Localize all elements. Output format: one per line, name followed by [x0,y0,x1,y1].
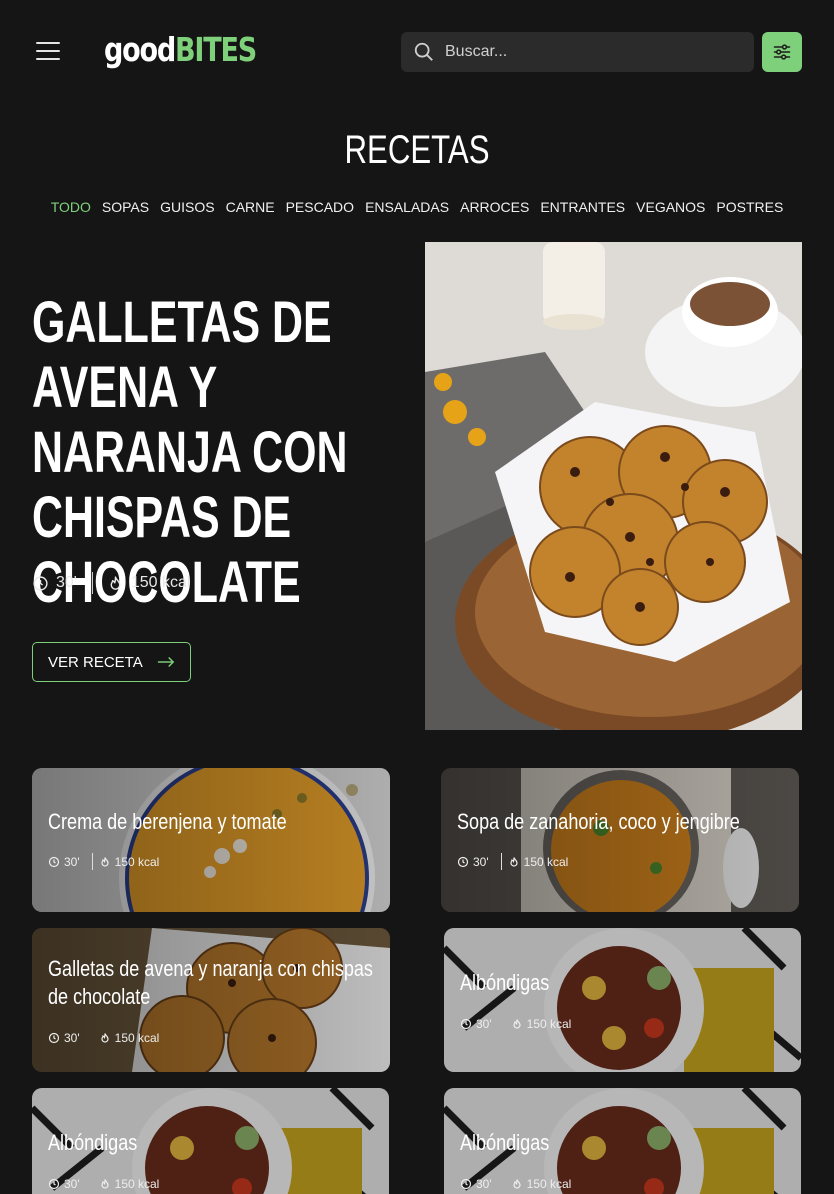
category-carne[interactable]: CARNE [226,199,275,215]
recipe-card[interactable]: Galletas de avena y naranja con chispas … [32,928,390,1072]
card-title: Albóndigas [460,970,550,995]
view-recipe-button[interactable]: VER RECETA [32,642,191,682]
recipe-card[interactable]: Albóndigas 30' 150 kcal [444,1088,801,1194]
logo-good: good [104,30,176,69]
clock-icon [48,1178,60,1189]
flame-icon [513,1178,521,1189]
hero-meta: 30' 150 kcal [32,572,190,594]
flame-icon [101,1178,109,1189]
category-veganos[interactable]: VEGANOS [636,199,705,215]
flame-icon [110,575,121,590]
flame-icon [101,856,109,867]
recipe-card[interactable]: Albóndigas 30' 150 kcal [32,1088,389,1194]
recipe-card[interactable]: Albóndigas 30' 150 kcal [444,928,801,1072]
hero-time: 30' [56,574,77,591]
category-pescado[interactable]: PESCADO [286,199,354,215]
card-meta: 30' 150 kcal [457,853,568,870]
category-ensaladas[interactable]: ENSALADAS [365,199,449,215]
card-title: Albóndigas [460,1130,550,1155]
hero-image [425,242,802,730]
view-recipe-label: VER RECETA [48,653,143,671]
card-time: 30' [476,1016,492,1031]
card-time: 30' [64,854,80,869]
search-bar[interactable] [401,32,754,72]
card-kcal: 150 kcal [523,854,569,869]
clock-icon [48,856,60,867]
hero-title: GALLETAS DE AVENA Y NARANJA CON CHISPAS … [32,290,348,615]
flame-icon [101,1032,109,1043]
menu-icon[interactable] [36,42,60,62]
filter-button[interactable] [762,32,802,72]
page-title: RECETAS [344,128,490,172]
category-todo[interactable]: TODO [51,199,91,215]
card-time: 30' [64,1030,80,1045]
card-time: 30' [64,1176,80,1191]
card-meta: 30' 150 kcal [48,853,159,870]
card-kcal: 150 kcal [114,1030,160,1045]
card-meta: 30' 150 kcal [48,1175,159,1192]
clock-icon [460,1018,472,1029]
category-guisos[interactable]: GUISOS [160,199,214,215]
card-kcal: 150 kcal [114,854,160,869]
card-title: Sopa de zanahoria, coco y jengibre [457,809,740,834]
search-input[interactable] [445,43,725,61]
card-kcal: 150 kcal [114,1176,160,1191]
card-meta: 30' 150 kcal [460,1175,571,1192]
card-meta: 30' 150 kcal [460,1015,571,1032]
flame-icon [510,856,518,867]
card-kcal: 150 kcal [526,1016,572,1031]
divider [91,572,93,594]
card-time: 30' [473,854,489,869]
category-entrantes[interactable]: ENTRANTES [540,199,625,215]
sliders-icon [773,44,791,60]
card-title: Galletas de avena y naranja con chispas … [48,956,373,1009]
card-title: Albóndigas [48,1130,138,1155]
logo-bites: BITES [175,30,257,69]
clock-icon [457,856,469,867]
card-time: 30' [476,1176,492,1191]
clock-icon [33,575,48,591]
category-sopas[interactable]: SOPAS [102,199,149,215]
category-postres[interactable]: POSTRES [716,199,783,215]
category-arroces[interactable]: ARROCES [460,199,529,215]
clock-icon [460,1178,472,1189]
logo[interactable]: goodBITES [104,30,257,69]
recipe-card[interactable]: Sopa de zanahoria, coco y jengibre 30' 1… [441,768,799,912]
recipe-card[interactable]: Crema de berenjena y tomate 30' 150 kcal [32,768,390,912]
search-icon [414,42,433,61]
arrow-right-icon [157,656,174,668]
category-nav: TODO SOPAS GUISOS CARNE PESCADO ENSALADA… [0,199,834,215]
hero-kcal: 150 kcal [130,574,191,591]
card-meta: 30' 150 kcal [48,1029,159,1046]
flame-icon [513,1018,521,1029]
clock-icon [48,1032,60,1043]
card-kcal: 150 kcal [526,1176,572,1191]
card-title: Crema de berenjena y tomate [48,809,287,834]
